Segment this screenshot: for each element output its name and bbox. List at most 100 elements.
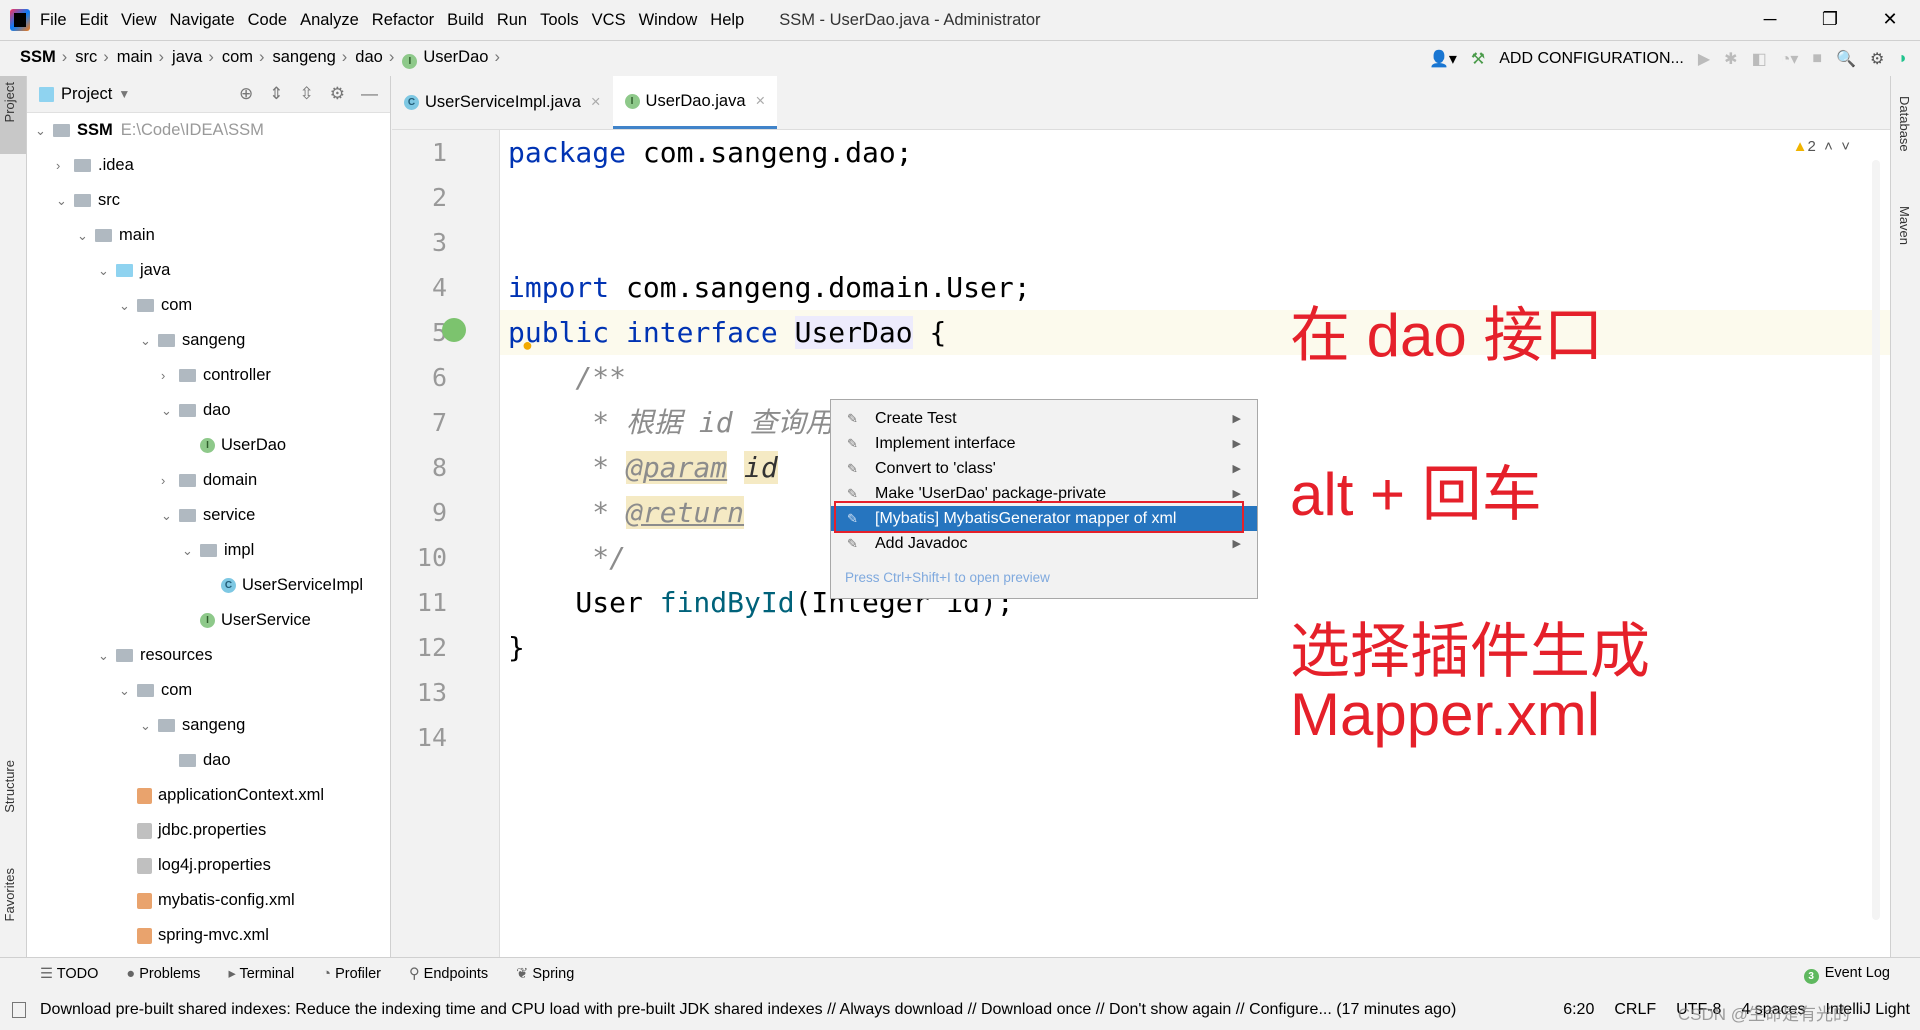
implemented-gutter-icon[interactable] xyxy=(442,318,466,342)
menu-code[interactable]: Code xyxy=(248,11,287,29)
tree-item[interactable]: ⌄ com xyxy=(119,288,192,323)
source-folder-icon xyxy=(116,264,133,277)
xml-file-icon xyxy=(137,787,152,804)
favorites-tool-tab[interactable]: Favorites xyxy=(2,868,17,921)
breadcrumb-item[interactable]: com xyxy=(222,48,253,66)
tree-item[interactable]: I UserDao xyxy=(182,428,286,463)
intention-item[interactable]: ✎ Implement interface ▶ xyxy=(831,431,1257,456)
tool-window-terminal[interactable]: ▸ Terminal xyxy=(228,966,294,982)
breadcrumb-item[interactable]: SSM xyxy=(20,48,56,66)
caret-position[interactable]: 6:20 xyxy=(1563,1001,1594,1019)
maven-tool-tab[interactable]: Maven xyxy=(1897,206,1912,245)
inspection-widget[interactable]: ▲2 ˄ ˅ xyxy=(1793,138,1850,155)
tool-window-label: Endpoints xyxy=(423,966,489,982)
tree-item[interactable]: ⌄ sangeng xyxy=(140,323,245,358)
tree-item[interactable]: dao xyxy=(161,743,231,778)
tool-window-profiler[interactable]: ◔ Profiler xyxy=(322,966,381,982)
tree-item[interactable]: I UserService xyxy=(182,603,311,638)
profile-icon[interactable]: ◔▾ xyxy=(1781,49,1799,69)
tab-userserviceimpl[interactable]: C UserServiceImpl.java × xyxy=(392,76,613,129)
add-configuration-button[interactable]: ADD CONFIGURATION... xyxy=(1499,50,1684,68)
debug-icon[interactable]: ✱ xyxy=(1724,49,1737,69)
menu-help[interactable]: Help xyxy=(710,11,744,29)
tree-item[interactable]: applicationContext.xml xyxy=(119,778,324,813)
menu-refactor[interactable]: Refactor xyxy=(372,11,434,29)
breadcrumb-item[interactable]: UserDao xyxy=(423,48,488,66)
menu-navigate[interactable]: Navigate xyxy=(170,11,235,29)
menu-build[interactable]: Build xyxy=(447,11,484,29)
collapse-all-icon[interactable]: ⇳ xyxy=(300,84,314,104)
breadcrumb-item[interactable]: java xyxy=(172,48,202,66)
tree-item[interactable]: ⌄ src xyxy=(56,183,120,218)
user-icon[interactable]: 👤▾ xyxy=(1429,49,1457,69)
menu-run[interactable]: Run xyxy=(497,11,527,29)
folder-icon xyxy=(74,194,91,207)
close-tab-icon[interactable]: × xyxy=(756,92,766,111)
tool-window-problems[interactable]: ● Problems xyxy=(126,966,200,982)
scrollbar[interactable] xyxy=(1872,160,1880,920)
breadcrumb-item[interactable]: main xyxy=(117,48,153,66)
run-icon[interactable]: ▶ xyxy=(1698,49,1710,69)
structure-tool-tab[interactable]: Structure xyxy=(2,760,17,813)
tool-window-label: Problems xyxy=(139,966,201,982)
tree-item-label: .idea xyxy=(98,156,134,174)
coverage-icon[interactable]: ◧ xyxy=(1752,49,1767,69)
tree-item[interactable]: ⌄ SSM E:\Code\IDEA\SSM xyxy=(35,113,264,148)
breadcrumb-item[interactable]: src xyxy=(75,48,97,66)
tree-item[interactable]: spring-mvc.xml xyxy=(119,918,269,953)
notification-icon[interactable] xyxy=(12,1002,26,1018)
gear-icon[interactable]: ⚙ xyxy=(1870,49,1884,69)
database-tool-tab[interactable]: Database xyxy=(1897,96,1912,152)
tree-item[interactable]: ⌄ resources xyxy=(98,638,212,673)
intention-item[interactable]: ✎ Convert to 'class' ▶ xyxy=(831,456,1257,481)
close-button[interactable]: ✕ xyxy=(1860,0,1920,41)
tree-item[interactable]: ⌄ sangeng xyxy=(140,708,245,743)
project-view-selector[interactable]: Project xyxy=(61,85,112,104)
menu-edit[interactable]: Edit xyxy=(80,11,108,29)
intention-item[interactable]: ✎ Add Javadoc ▶ xyxy=(831,531,1257,556)
event-log-button[interactable]: 3 Event Log xyxy=(1803,965,1890,984)
expand-all-icon[interactable]: ⇕ xyxy=(269,84,283,104)
project-tool-tab[interactable]: Project xyxy=(2,82,17,122)
stop-icon[interactable]: ■ xyxy=(1812,50,1822,68)
status-message[interactable]: Download pre-built shared indexes: Reduc… xyxy=(40,1001,1456,1019)
tree-item[interactable]: mybatis-config.xml xyxy=(119,883,295,918)
breadcrumb-item[interactable]: dao xyxy=(355,48,383,66)
intention-label: Create Test xyxy=(875,409,957,427)
menu-window[interactable]: Window xyxy=(639,11,698,29)
menu-analyze[interactable]: Analyze xyxy=(300,11,359,29)
tree-item[interactable]: log4j.properties xyxy=(119,848,271,883)
gear-icon[interactable]: ⚙ xyxy=(330,84,345,104)
jetbrains-toolbox-icon[interactable]: ◗ xyxy=(1898,50,1908,68)
tree-item[interactable]: jdbc.properties xyxy=(119,813,266,848)
tree-item[interactable]: › domain xyxy=(161,463,257,498)
tool-window-todo[interactable]: ☰ TODO xyxy=(40,966,98,982)
tree-item[interactable]: ⌄ com xyxy=(119,673,192,708)
tree-item[interactable]: ⌄ impl xyxy=(182,533,254,568)
tree-item[interactable]: › .idea xyxy=(56,148,134,183)
tree-item[interactable]: ⌄ service xyxy=(161,498,255,533)
breadcrumb-item[interactable]: sangeng xyxy=(272,48,335,66)
menu-file[interactable]: File xyxy=(40,11,67,29)
tree-item[interactable]: › controller xyxy=(161,358,271,393)
hide-icon[interactable]: — xyxy=(361,84,378,104)
tree-item[interactable]: C UserServiceImpl xyxy=(203,568,363,603)
menu-tools[interactable]: Tools xyxy=(540,11,579,29)
minimize-button[interactable]: ─ xyxy=(1740,0,1800,41)
menu-view[interactable]: View xyxy=(121,11,156,29)
tree-item[interactable]: ⌄ main xyxy=(77,218,155,253)
tab-userdao[interactable]: I UserDao.java × xyxy=(612,76,778,129)
tool-window-spring[interactable]: ❦ Spring xyxy=(516,966,574,982)
search-icon[interactable]: 🔍 xyxy=(1836,49,1856,69)
tree-item[interactable]: ⌄ java xyxy=(98,253,170,288)
tree-item-label: com xyxy=(161,681,193,699)
intention-item[interactable]: ✎ Create Test ▶ xyxy=(831,406,1257,431)
line-separator[interactable]: CRLF xyxy=(1614,1001,1656,1019)
restore-button[interactable]: ❐ xyxy=(1800,0,1860,41)
tool-window-endpoints[interactable]: ⚲ Endpoints xyxy=(409,966,488,982)
close-tab-icon[interactable]: × xyxy=(591,93,601,112)
menu-vcs[interactable]: VCS xyxy=(592,11,626,29)
build-hammer-icon[interactable]: ⚒ xyxy=(1471,49,1485,69)
locate-icon[interactable]: ⊕ xyxy=(239,84,253,104)
tree-item[interactable]: ⌄ dao xyxy=(161,393,231,428)
